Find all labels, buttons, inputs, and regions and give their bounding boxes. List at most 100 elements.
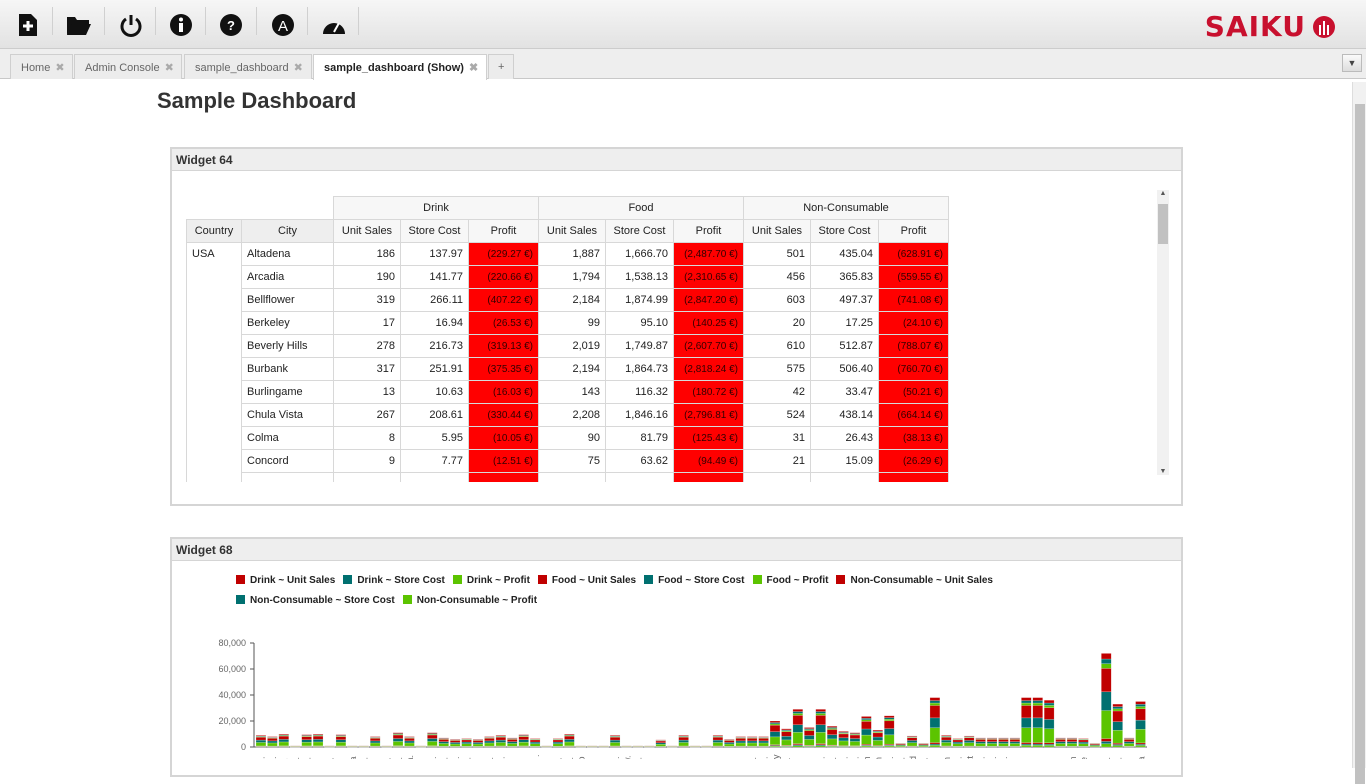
bar-segment[interactable] xyxy=(427,741,437,745)
bar-segment[interactable] xyxy=(370,743,380,746)
bar-segment[interactable] xyxy=(884,735,894,744)
bar-segment[interactable] xyxy=(519,740,529,742)
bar-segment[interactable] xyxy=(553,744,563,747)
bar-segment[interactable] xyxy=(302,737,312,740)
bar-segment[interactable] xyxy=(1021,701,1031,703)
bar-segment[interactable] xyxy=(1078,740,1088,742)
table-scrollbar[interactable]: ▲▼ xyxy=(1157,190,1169,475)
bar-segment[interactable] xyxy=(930,701,940,703)
bar-segment[interactable] xyxy=(656,744,666,746)
bar-segment[interactable] xyxy=(1010,738,1020,739)
bar-segment[interactable] xyxy=(530,742,540,744)
bar-segment[interactable] xyxy=(781,740,791,745)
bar-segment[interactable] xyxy=(941,742,951,746)
bar-segment[interactable] xyxy=(610,735,620,736)
bar-segment[interactable] xyxy=(736,743,746,746)
bar-segment[interactable] xyxy=(1101,739,1111,742)
bar-segment[interactable] xyxy=(256,735,266,736)
bar-segment[interactable] xyxy=(713,737,723,740)
bar-segment[interactable] xyxy=(1078,742,1088,744)
bar-segment[interactable] xyxy=(427,733,437,734)
bar-segment[interactable] xyxy=(724,740,734,742)
tab-admin-console[interactable]: Admin Console✖ xyxy=(74,54,182,79)
bar-segment[interactable] xyxy=(484,741,494,743)
bar-segment[interactable] xyxy=(976,743,986,746)
column-header[interactable]: Unit Sales xyxy=(744,220,811,243)
bar-segment[interactable] xyxy=(930,745,940,747)
bar-segment[interactable] xyxy=(473,740,483,742)
bar-segment[interactable] xyxy=(884,721,894,729)
bar-segment[interactable] xyxy=(976,738,986,739)
bar-segment[interactable] xyxy=(964,743,974,746)
bar-segment[interactable] xyxy=(827,726,837,727)
bar-segment[interactable] xyxy=(1021,718,1031,728)
bar-segment[interactable] xyxy=(759,737,769,738)
column-header[interactable]: Store Cost xyxy=(606,220,674,243)
bar-segment[interactable] xyxy=(439,742,449,744)
bar-segment[interactable] xyxy=(850,735,860,739)
close-icon[interactable]: ✖ xyxy=(165,62,174,74)
bar-segment[interactable] xyxy=(610,737,620,740)
bar-segment[interactable] xyxy=(279,734,289,735)
bar-segment[interactable] xyxy=(553,739,563,740)
bar-segment[interactable] xyxy=(1033,718,1043,728)
bar-segment[interactable] xyxy=(679,737,689,740)
bar-segment[interactable] xyxy=(530,739,540,740)
column-header[interactable]: Store Cost xyxy=(401,220,469,243)
bar-segment[interactable] xyxy=(930,706,940,718)
bar-segment[interactable] xyxy=(462,744,472,747)
bar-segment[interactable] xyxy=(496,740,506,742)
bar-segment[interactable] xyxy=(941,735,951,736)
bar-segment[interactable] xyxy=(496,735,506,736)
bar-segment[interactable] xyxy=(450,744,460,746)
bar-segment[interactable] xyxy=(1101,744,1111,747)
bar-segment[interactable] xyxy=(941,737,951,740)
bar-segment[interactable] xyxy=(839,731,849,732)
bar-segment[interactable] xyxy=(987,743,997,746)
bar-segment[interactable] xyxy=(484,743,494,746)
bar-segment[interactable] xyxy=(1067,742,1077,744)
bar-segment[interactable] xyxy=(530,740,540,742)
bar-segment[interactable] xyxy=(393,739,403,742)
bar-segment[interactable] xyxy=(1124,742,1134,744)
bar-segment[interactable] xyxy=(861,729,871,735)
bar-segment[interactable] xyxy=(1056,743,1066,746)
column-header[interactable]: Profit xyxy=(469,220,539,243)
bar-segment[interactable] xyxy=(1101,692,1111,711)
bar-segment[interactable] xyxy=(1021,745,1031,747)
bar-segment[interactable] xyxy=(1021,706,1031,718)
bar-segment[interactable] xyxy=(496,742,506,746)
bar-segment[interactable] xyxy=(907,740,917,742)
bar-segment[interactable] xyxy=(793,732,803,743)
column-header[interactable]: Profit xyxy=(879,220,949,243)
bar-segment[interactable] xyxy=(964,736,974,737)
bar-segment[interactable] xyxy=(1056,742,1066,744)
bar-segment[interactable] xyxy=(610,740,620,742)
bar-segment[interactable] xyxy=(302,740,312,742)
bar-segment[interactable] xyxy=(462,742,472,744)
bar-segment[interactable] xyxy=(1101,659,1111,664)
bar-segment[interactable] xyxy=(313,742,323,746)
bar-segment[interactable] xyxy=(816,713,826,715)
tab-sample-dashboard[interactable]: sample_dashboard✖ xyxy=(184,54,312,79)
bar-segment[interactable] xyxy=(873,737,883,740)
column-header[interactable]: Unit Sales xyxy=(334,220,401,243)
tab-menu-dropdown[interactable]: ▼ xyxy=(1342,54,1362,72)
bar-segment[interactable] xyxy=(393,741,403,745)
bar-segment[interactable] xyxy=(1136,729,1146,743)
bar-segment[interactable] xyxy=(999,738,1009,739)
bar-segment[interactable] xyxy=(370,737,380,738)
bar-segment[interactable] xyxy=(793,725,803,733)
bar-segment[interactable] xyxy=(679,740,689,742)
column-header[interactable]: Country xyxy=(187,220,242,243)
bar-segment[interactable] xyxy=(816,709,826,711)
bar-segment[interactable] xyxy=(439,738,449,739)
bar-segment[interactable] xyxy=(861,716,871,718)
column-header[interactable]: Profit xyxy=(674,220,744,243)
bar-segment[interactable] xyxy=(1056,739,1066,741)
bar-segment[interactable] xyxy=(839,734,849,738)
new-tab-button[interactable]: + xyxy=(488,54,514,79)
bar-segment[interactable] xyxy=(336,737,346,740)
bar-segment[interactable] xyxy=(850,741,860,745)
bar-segment[interactable] xyxy=(930,698,940,701)
